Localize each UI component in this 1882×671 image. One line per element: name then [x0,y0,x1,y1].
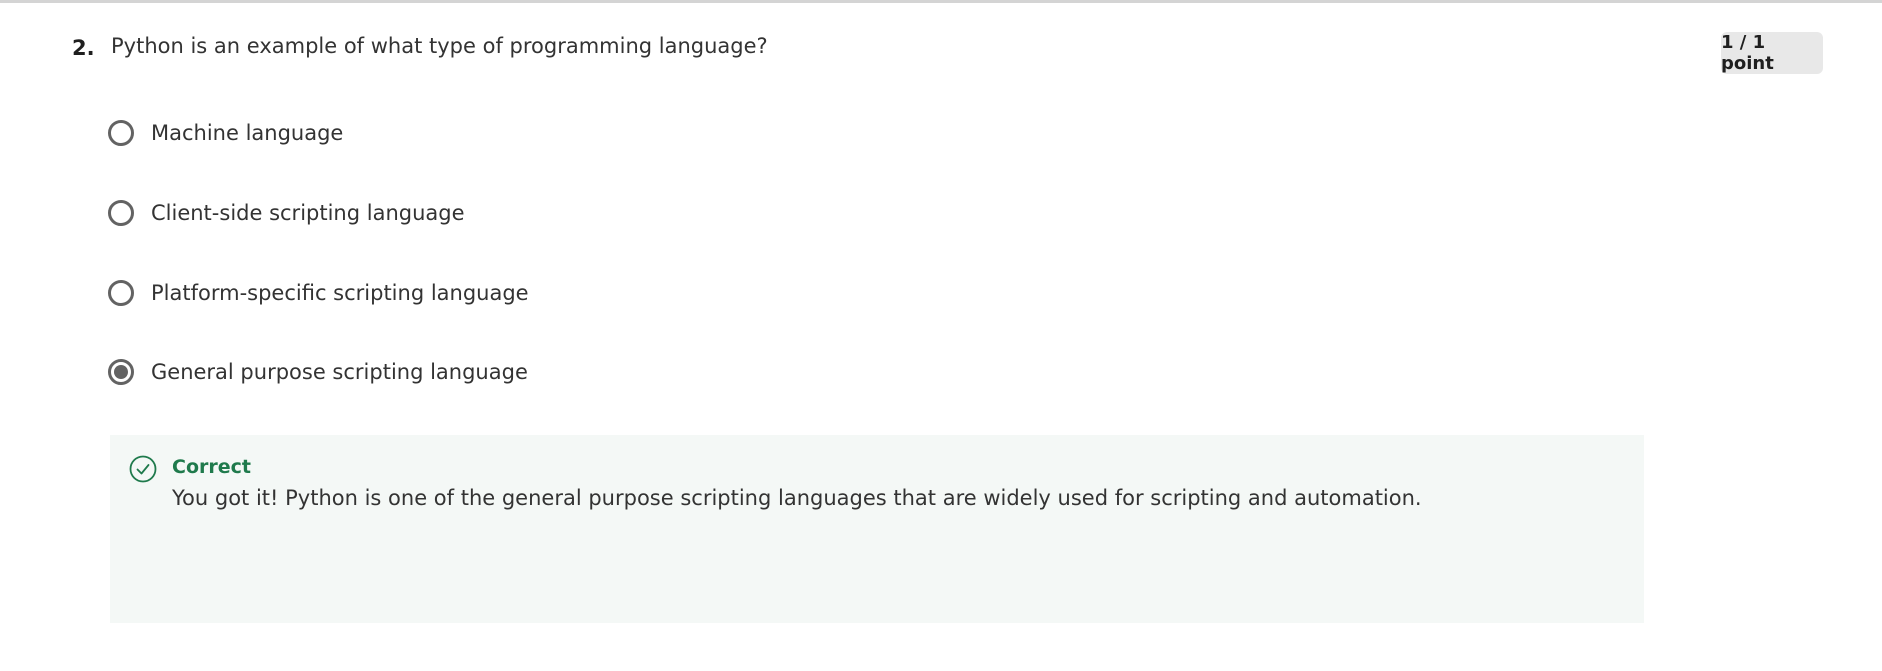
points-badge: 1 / 1 point [1721,32,1823,74]
radio-button-selected[interactable] [108,359,134,385]
option-label: Platform-specific scripting language [151,281,529,305]
feedback-message: You got it! Python is one of the general… [172,486,1422,510]
option-general-purpose-scripting[interactable]: General purpose scripting language [108,354,528,390]
feedback-status: Correct [172,456,251,478]
feedback-panel: Correct You got it! Python is one of the… [110,435,1644,623]
radio-button[interactable] [108,120,134,146]
radio-selected-dot [114,365,128,379]
option-platform-specific-scripting[interactable]: Platform-specific scripting language [108,275,529,311]
check-circle-icon [129,455,157,483]
option-label: Machine language [151,121,344,145]
option-label: General purpose scripting language [151,360,528,384]
radio-button[interactable] [108,200,134,226]
option-label: Client-side scripting language [151,201,465,225]
question-block: 2. Python is an example of what type of … [0,0,1882,671]
question-number: 2. [72,36,95,60]
question-text: Python is an example of what type of pro… [111,34,768,58]
option-client-side-scripting[interactable]: Client-side scripting language [108,195,465,231]
radio-button[interactable] [108,280,134,306]
option-machine-language[interactable]: Machine language [108,115,343,151]
